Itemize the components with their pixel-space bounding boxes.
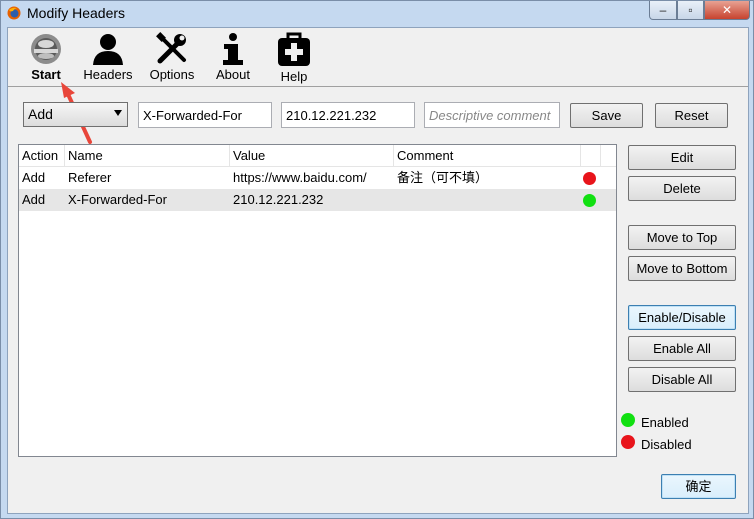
- tools-icon: [156, 32, 186, 64]
- row-action: Add: [22, 192, 46, 207]
- ok-button[interactable]: 确定: [661, 474, 736, 499]
- toolbar-help-label: Help: [280, 69, 308, 84]
- title-bar[interactable]: Modify Headers – ▫ ✕: [1, 1, 753, 25]
- row-name: X-Forwarded-For: [68, 192, 167, 207]
- action-select[interactable]: Add: [23, 102, 128, 127]
- row-comment: [394, 189, 397, 211]
- legend-enabled-icon: [621, 413, 635, 427]
- comment-input[interactable]: Descriptive comment: [424, 102, 560, 128]
- legend-disabled-icon: [621, 435, 635, 449]
- disable-all-button[interactable]: Disable All: [628, 367, 736, 392]
- maximize-button[interactable]: ▫: [677, 1, 704, 20]
- info-icon: [223, 33, 243, 65]
- table-row[interactable]: Add Referer https://www.baidu.com/ 备注（可不…: [19, 167, 616, 189]
- legend-enabled-label: Enabled: [641, 415, 689, 430]
- toolbar-about[interactable]: About: [203, 32, 263, 82]
- action-select-value: Add: [28, 106, 53, 122]
- app-window: Modify Headers – ▫ ✕ Start Headers Optio…: [0, 0, 754, 519]
- row-name: Referer: [68, 170, 112, 185]
- column-header-comment[interactable]: Comment: [394, 145, 581, 166]
- headers-table[interactable]: Action Name Value Comment Add Referer ht…: [18, 144, 617, 457]
- header-name-input[interactable]: X-Forwarded-For: [138, 102, 272, 128]
- table-row[interactable]: Add X-Forwarded-For 210.12.221.232: [19, 189, 616, 211]
- reset-button[interactable]: Reset: [655, 103, 728, 128]
- column-header-value[interactable]: Value: [230, 145, 394, 166]
- enable-disable-button[interactable]: Enable/Disable: [628, 305, 736, 330]
- toolbar: Start Headers Options About Help: [8, 28, 748, 87]
- move-to-top-button[interactable]: Move to Top: [628, 225, 736, 250]
- person-icon: [93, 34, 123, 65]
- dialog-client: Start Headers Options About Help Add X-F…: [7, 27, 749, 514]
- delete-button[interactable]: Delete: [628, 176, 736, 201]
- row-value: https://www.baidu.com/: [233, 170, 367, 185]
- save-button[interactable]: Save: [570, 103, 643, 128]
- firefox-icon: [7, 6, 21, 20]
- enable-all-button[interactable]: Enable All: [628, 336, 736, 361]
- close-button[interactable]: ✕: [704, 1, 750, 20]
- toolbar-options[interactable]: Options: [142, 32, 202, 82]
- first-aid-kit-icon: [278, 32, 310, 66]
- header-form: Add X-Forwarded-For 210.12.221.232 Descr…: [8, 86, 748, 136]
- toolbar-about-label: About: [216, 67, 250, 82]
- window-title: Modify Headers: [27, 5, 126, 21]
- start-icon: [31, 34, 61, 64]
- column-header-action[interactable]: Action: [19, 145, 65, 166]
- minimize-button[interactable]: –: [649, 1, 677, 20]
- toolbar-headers[interactable]: Headers: [78, 32, 138, 82]
- edit-button[interactable]: Edit: [628, 145, 736, 170]
- toolbar-start[interactable]: Start: [16, 32, 76, 82]
- move-to-bottom-button[interactable]: Move to Bottom: [628, 256, 736, 281]
- column-header-name[interactable]: Name: [65, 145, 230, 166]
- toolbar-options-label: Options: [149, 67, 195, 82]
- column-header-status: [581, 145, 601, 166]
- row-comment: 备注（可不填）: [397, 170, 489, 185]
- status-enabled-icon: [583, 194, 596, 207]
- header-value-input[interactable]: 210.12.221.232: [281, 102, 415, 128]
- row-value: 210.12.221.232: [233, 192, 324, 207]
- legend-disabled-label: Disabled: [641, 437, 692, 452]
- toolbar-help[interactable]: Help: [264, 32, 324, 84]
- row-action: Add: [22, 170, 46, 185]
- table-header: Action Name Value Comment: [19, 145, 616, 167]
- chevron-down-icon: [114, 110, 122, 116]
- status-disabled-icon: [583, 172, 596, 185]
